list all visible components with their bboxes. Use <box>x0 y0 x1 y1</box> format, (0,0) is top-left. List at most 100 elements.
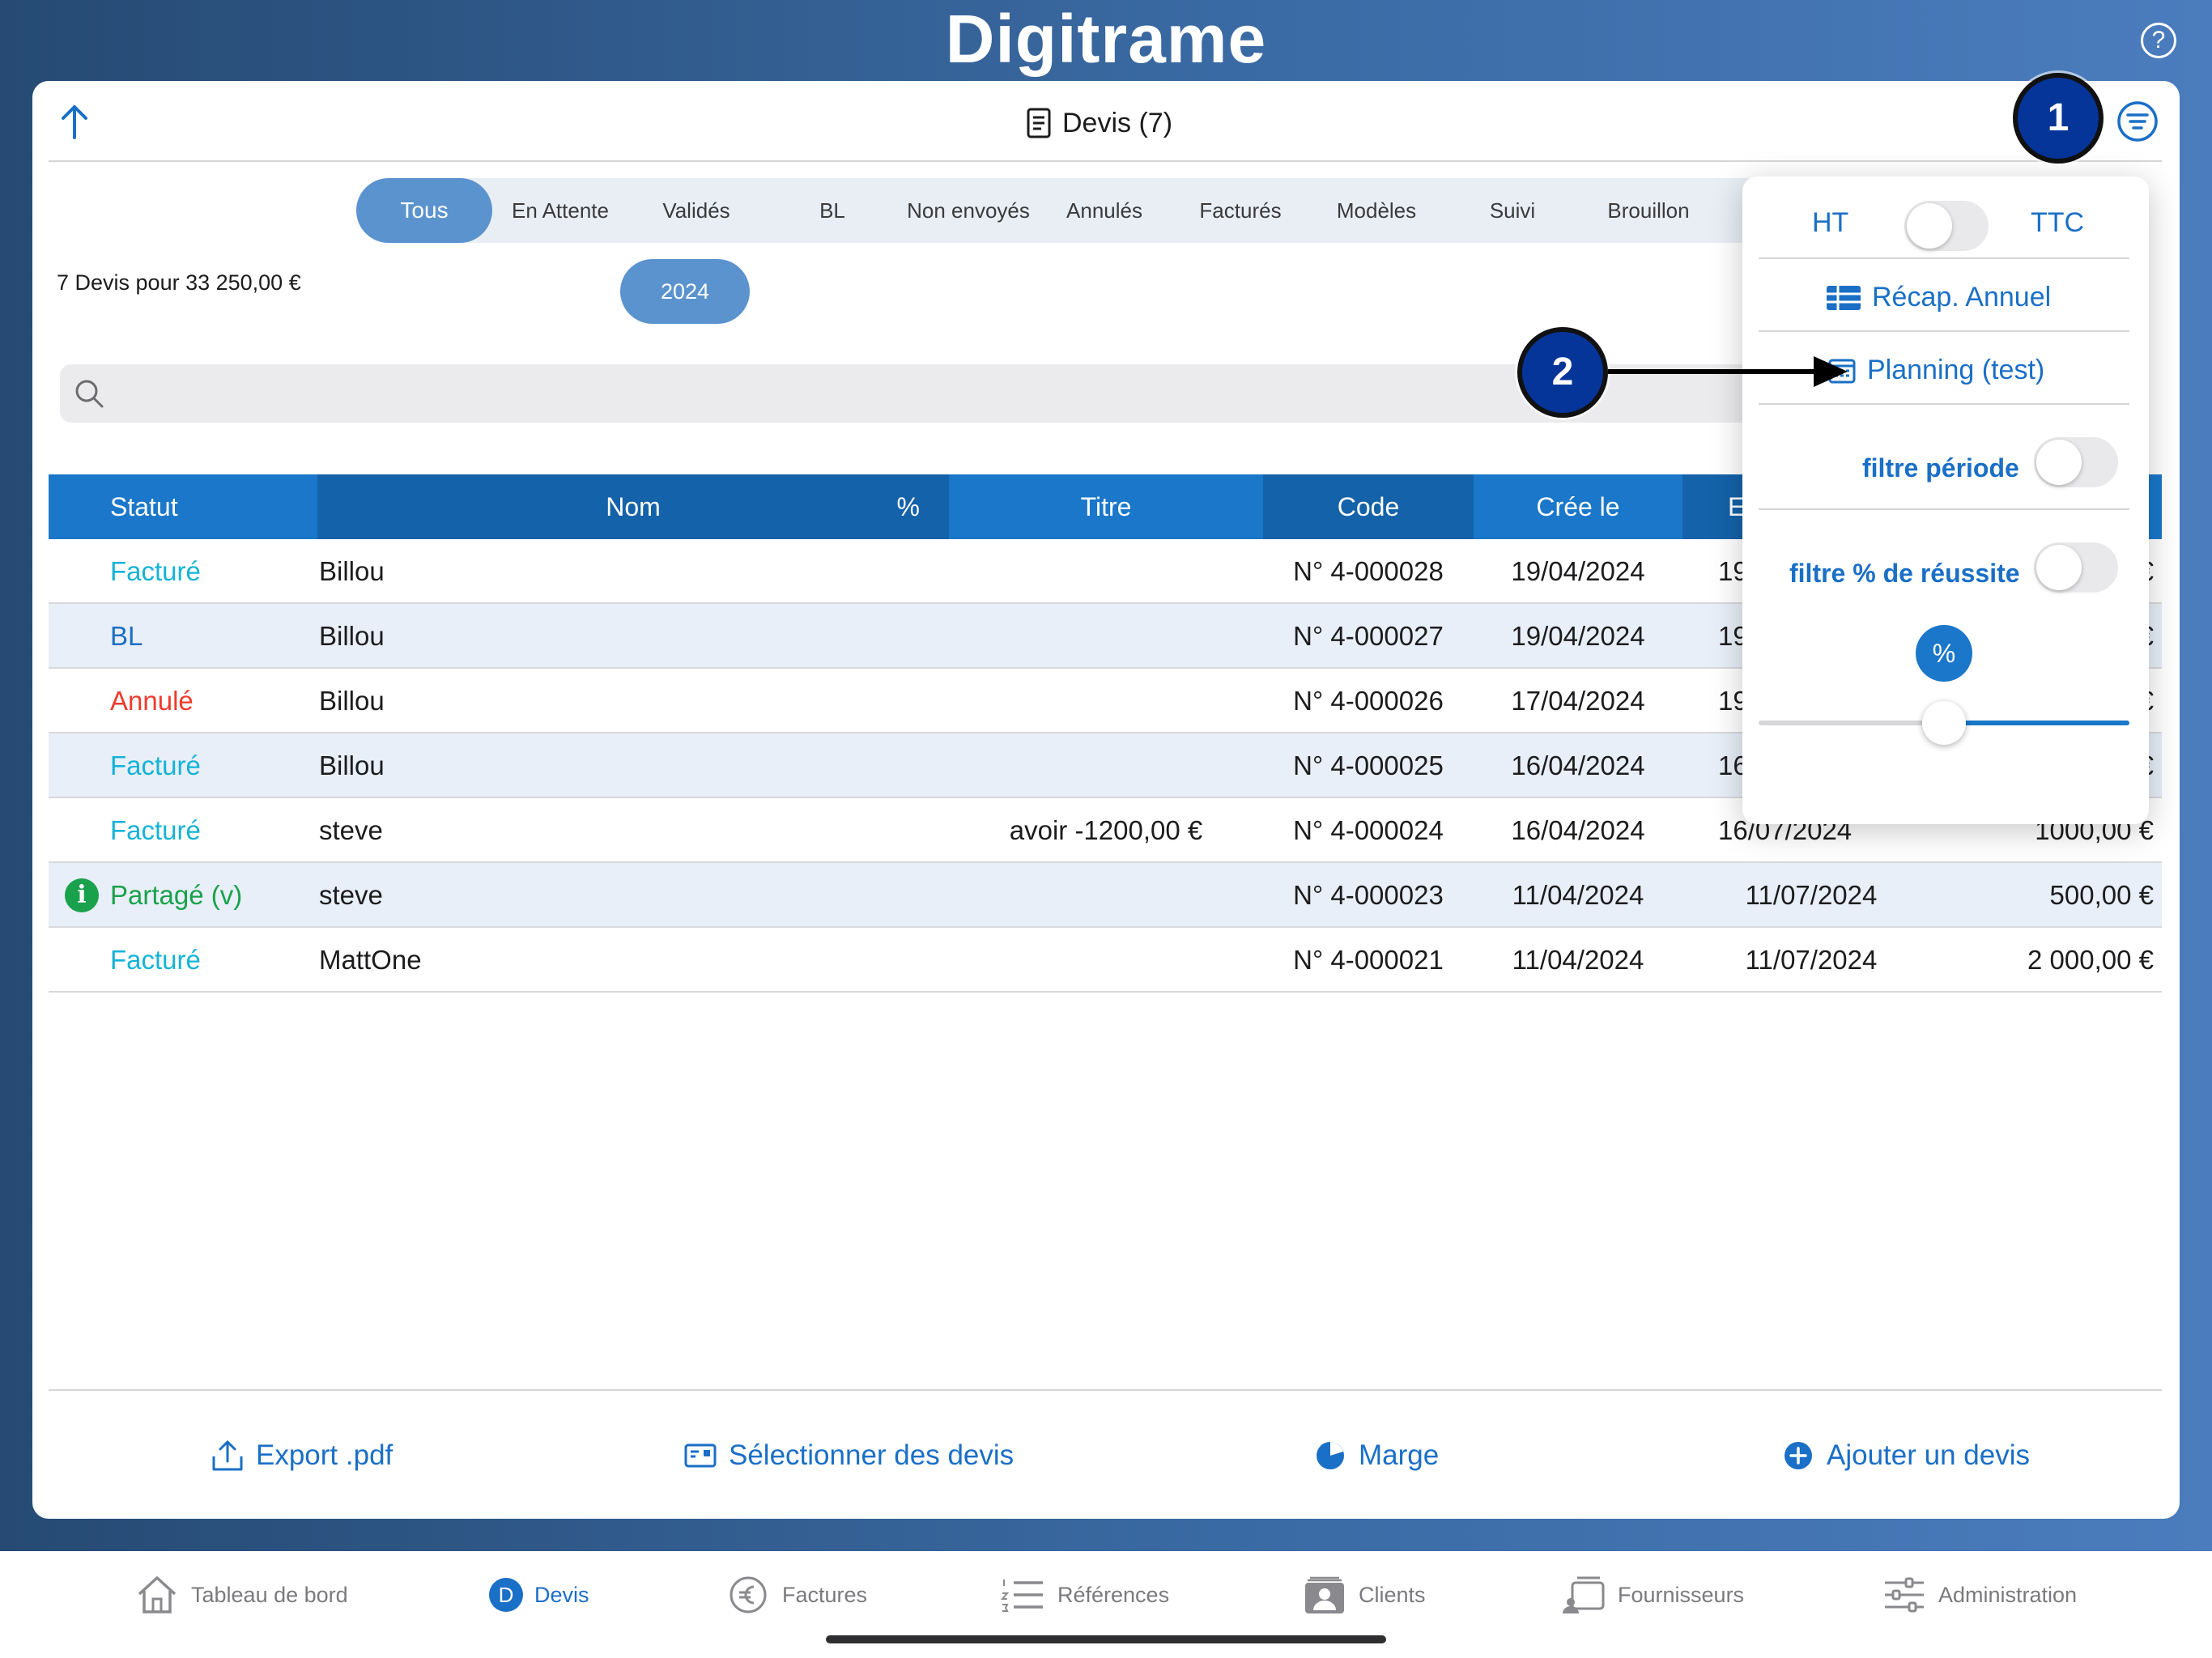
row-cree-le: 16/04/2024 <box>1511 815 1645 845</box>
column-header-echeance[interactable]: E <box>1682 474 1747 539</box>
recap-annuel-label: Récap. Annuel <box>1872 282 2052 312</box>
tabbar-item-tableau-de-bord[interactable]: Tableau de bord <box>134 1571 348 1619</box>
filtre-periode-label: filtre période <box>1862 453 2019 483</box>
column-header-nom-label: Nom <box>606 492 661 521</box>
pie-chart-icon <box>1317 1442 1344 1469</box>
year-filter-button[interactable]: 2024 <box>620 259 750 324</box>
row-nom: Billou <box>319 750 385 780</box>
tabbar-label: Références <box>1057 1582 1170 1607</box>
planning-label: Planning (test) <box>1867 355 2045 385</box>
tab-suivi[interactable]: Suivi <box>1444 178 1580 243</box>
home-icon <box>138 1576 177 1613</box>
row-status: Facturé <box>110 556 201 586</box>
recap-annuel-button[interactable]: Récap. Annuel <box>1827 282 2051 313</box>
planning-button[interactable]: Planning (test) <box>1828 355 2044 386</box>
row-status: Facturé <box>110 750 201 780</box>
row-status: Annulé <box>110 686 194 716</box>
tab-tous[interactable]: Tous <box>356 178 492 243</box>
column-header-statut[interactable]: Statut <box>49 474 317 539</box>
column-header-titre[interactable]: Titre <box>949 474 1263 539</box>
tabbar-label: Tableau de bord <box>191 1582 348 1607</box>
row-status: Partagé (v) <box>110 880 243 910</box>
row-montant: 500,00 € <box>2049 880 2154 910</box>
popover-divider <box>1759 403 2129 405</box>
tabbar-item-fournisseurs[interactable]: Fournisseurs <box>1561 1571 1744 1619</box>
table-row[interactable]: i Partagé (v) steve N° 4-000023 11/04/20… <box>49 863 2162 928</box>
slider-thumb[interactable] <box>1922 701 1966 745</box>
d-badge-icon: D <box>489 1578 523 1612</box>
scroll-up-arrow-icon[interactable] <box>58 104 91 139</box>
row-nom: MattOne <box>319 945 422 975</box>
tab-brouillon[interactable]: Brouillon <box>1580 178 1716 243</box>
tabbar-label: Fournisseurs <box>1618 1582 1745 1607</box>
page-title: Devis (7) <box>1027 100 1172 146</box>
select-quotes-label: Sélectionner des devis <box>729 1439 1015 1471</box>
tab-modeles[interactable]: Modèles <box>1308 178 1444 243</box>
quote-summary: 7 Devis pour 33 250,00 € <box>57 270 301 295</box>
tabbar-label: Factures <box>782 1582 868 1607</box>
add-quote-label: Ajouter un devis <box>1827 1439 2030 1471</box>
row-cree-le: 19/04/2024 <box>1511 621 1645 651</box>
tab-non-envoyes[interactable]: Non envoyés <box>900 178 1036 243</box>
column-header-cree-le[interactable]: Crée le <box>1474 474 1682 539</box>
numbered-list-icon <box>1001 1579 1043 1612</box>
help-button[interactable]: ? <box>2141 23 2176 58</box>
row-code: N° 4-000027 <box>1293 621 1444 651</box>
popover-divider <box>1759 257 2129 259</box>
row-titre: avoir -1200,00 € <box>1009 815 1203 845</box>
tabbar-item-devis[interactable]: D Devis <box>489 1571 589 1619</box>
row-code: N° 4-000028 <box>1293 556 1444 586</box>
tabbar-item-clients[interactable]: Clients <box>1302 1571 1426 1619</box>
tab-factures[interactable]: Facturés <box>1172 178 1308 243</box>
add-quote-button[interactable]: Ajouter un devis <box>1781 1431 2030 1480</box>
marge-button[interactable]: Marge <box>1313 1431 1439 1480</box>
row-nom: Billou <box>319 686 385 716</box>
row-echeance: 11/07/2024 <box>1745 880 1878 910</box>
export-pdf-label: Export .pdf <box>256 1439 393 1471</box>
row-status: Facturé <box>110 945 201 975</box>
column-header-code[interactable]: Code <box>1263 474 1474 539</box>
ht-label[interactable]: HT <box>1812 207 1848 239</box>
filtre-reussite-toggle[interactable] <box>2034 542 2118 593</box>
tabbar-label: Administration <box>1938 1582 2078 1607</box>
info-icon[interactable]: i <box>65 878 99 912</box>
row-cree-le: 11/04/2024 <box>1512 880 1644 910</box>
sliders-icon <box>1885 1577 1924 1613</box>
supplier-icon <box>1563 1576 1605 1613</box>
ht-ttc-toggle[interactable] <box>1904 201 1989 251</box>
toggle-knob <box>2036 545 2082 590</box>
tabbar-item-references[interactable]: Références <box>1001 1571 1169 1619</box>
title-divider <box>49 160 2162 162</box>
row-code: N° 4-000023 <box>1293 880 1444 910</box>
export-pdf-button[interactable]: Export .pdf <box>211 1431 393 1480</box>
row-montant: 2 000,00 € <box>2027 945 2154 975</box>
search-icon <box>75 380 104 408</box>
filter-menu-icon[interactable] <box>2116 100 2159 142</box>
share-export-icon <box>212 1440 243 1471</box>
euro-icon <box>730 1576 767 1613</box>
tab-en-attente[interactable]: En Attente <box>492 178 628 243</box>
tabbar-item-administration[interactable]: Administration <box>1882 1571 2077 1619</box>
row-status: BL <box>110 621 143 651</box>
ttc-label[interactable]: TTC <box>2031 207 2084 239</box>
app-logo: Digitrame <box>945 1 1267 77</box>
row-cree-le: 19/04/2024 <box>1511 556 1645 586</box>
toggle-knob <box>2036 440 2082 485</box>
column-header-nom[interactable]: Nom % <box>317 474 949 539</box>
column-header-percent[interactable]: % <box>897 474 920 539</box>
home-indicator <box>826 1635 1386 1643</box>
tab-bl[interactable]: BL <box>764 178 900 243</box>
callout-arrow-line <box>1608 369 1819 374</box>
card-select-icon <box>684 1443 717 1468</box>
tabbar-item-factures[interactable]: Factures <box>725 1571 867 1619</box>
tabbar-label: Clients <box>1359 1582 1426 1607</box>
filtre-periode-toggle[interactable] <box>2034 437 2118 487</box>
tab-valides[interactable]: Validés <box>628 178 764 243</box>
reussite-slider[interactable] <box>1759 701 2129 745</box>
tab-annules[interactable]: Annulés <box>1036 178 1172 243</box>
row-code: N° 4-000024 <box>1293 815 1444 845</box>
row-code: N° 4-000026 <box>1293 686 1444 716</box>
select-quotes-button[interactable]: Sélectionner des devis <box>683 1431 1014 1480</box>
popover-divider <box>1759 330 2129 332</box>
table-row[interactable]: Facturé MattOne N° 4-000021 11/04/2024 1… <box>49 928 2162 993</box>
